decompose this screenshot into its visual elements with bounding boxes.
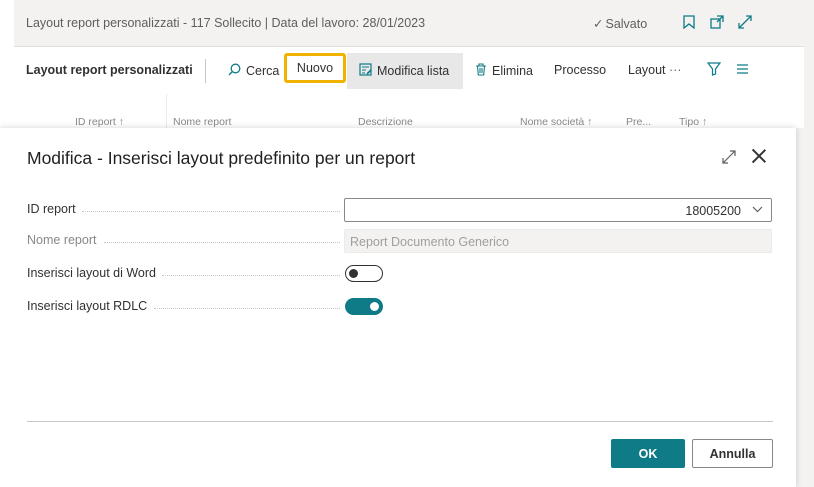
page-title: Layout report personalizzati - 117 Solle… [26, 16, 426, 30]
page-name-tab[interactable]: Layout report personalizzati [26, 63, 193, 77]
check-icon: ✓ [593, 17, 604, 31]
footer-divider [27, 421, 773, 422]
process-menu[interactable]: Processo [554, 63, 606, 77]
report-name-field: Report Documento Generico [344, 229, 772, 253]
open-new-window-icon[interactable] [708, 13, 726, 31]
list-view-icon[interactable] [736, 63, 749, 75]
insert-word-layout-label: Inserisci layout di Word [27, 266, 156, 280]
modal-dialog: Modifica - Inserisci layout predefinito … [0, 128, 796, 487]
new-button[interactable]: Nuovo [284, 53, 346, 83]
column-divider [166, 94, 167, 128]
close-icon[interactable] [749, 146, 769, 166]
insert-word-layout-toggle[interactable] [345, 265, 383, 282]
dialog-title: Modifica - Inserisci layout predefinito … [27, 148, 416, 168]
report-id-dropdown[interactable]: 18005200 [344, 198, 772, 222]
ok-button[interactable]: OK [611, 439, 685, 468]
column-header-company-name[interactable]: Nome società ↑ [520, 116, 592, 128]
saved-status-label: Salvato [605, 17, 648, 31]
field-row-insert-rdlc-layout: Inserisci layout RDLC [27, 295, 777, 319]
field-row-insert-word-layout: Inserisci layout di Word [27, 262, 777, 286]
field-row-report-id: ID report 18005200 [27, 198, 777, 222]
expand-dialog-icon[interactable] [722, 150, 736, 168]
leader-dots [104, 242, 340, 244]
search-button[interactable]: Cerca [228, 63, 279, 79]
field-row-report-name: Nome report Report Documento Generico [27, 229, 777, 253]
bookmark-icon[interactable] [680, 13, 698, 31]
column-header-pre[interactable]: Pre... [626, 116, 651, 128]
leader-dots [162, 275, 340, 277]
leader-dots [82, 211, 340, 213]
more-options-button[interactable]: ··· [669, 63, 682, 77]
column-header-report-id[interactable]: ID report ↑ [75, 116, 124, 128]
list-header: ID report ↑ Nome report Descrizione Nome… [14, 94, 804, 128]
report-id-value: 18005200 [685, 204, 741, 218]
delete-button[interactable]: Elimina [475, 63, 533, 79]
edit-list-icon [359, 63, 372, 79]
report-id-label: ID report [27, 202, 76, 216]
insert-rdlc-layout-label: Inserisci layout RDLC [27, 299, 148, 313]
edit-list-label: Modifica lista [377, 64, 450, 78]
search-icon [228, 63, 241, 79]
leader-dots [154, 308, 340, 310]
saved-status: ✓ Salvato [593, 16, 647, 31]
column-header-report-name[interactable]: Nome report [173, 116, 231, 128]
toggle-knob [370, 302, 379, 311]
filter-icon[interactable] [707, 62, 721, 76]
trash-icon [475, 63, 487, 79]
report-name-value: Report Documento Generico [350, 235, 510, 249]
page-header: Layout report personalizzati - 117 Solle… [14, 0, 804, 46]
column-header-type[interactable]: Tipo ↑ [679, 116, 707, 128]
cancel-button[interactable]: Annulla [692, 439, 773, 468]
toggle-knob [349, 269, 358, 278]
insert-rdlc-layout-toggle[interactable] [345, 298, 383, 315]
expand-icon[interactable] [736, 13, 754, 31]
delete-label: Elimina [492, 64, 533, 78]
action-bar: Layout report personalizzati Cerca Nuovo… [14, 46, 804, 95]
search-label: Cerca [246, 64, 280, 78]
layout-menu[interactable]: Layout [628, 63, 666, 77]
edit-list-button[interactable]: Modifica lista [359, 63, 449, 79]
report-name-label: Nome report [27, 233, 97, 247]
toolbar-divider [205, 59, 206, 83]
column-header-description[interactable]: Descrizione [358, 116, 413, 128]
chevron-down-icon [752, 203, 763, 218]
